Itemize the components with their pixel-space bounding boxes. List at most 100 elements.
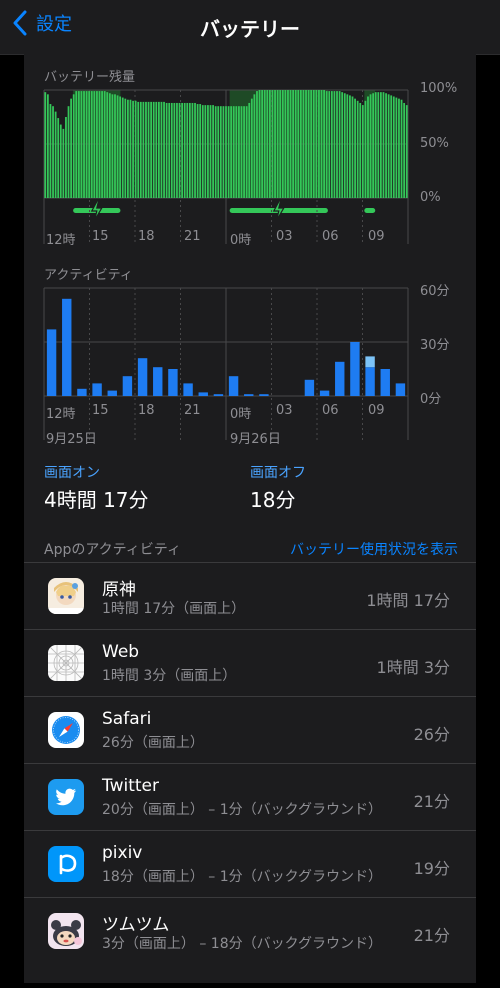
- battery-bar: [121, 97, 124, 198]
- app-row-genshin[interactable]: 原神 1時間 17分（画面上） 1時間 17分: [24, 562, 476, 629]
- battery-bar: [367, 96, 369, 198]
- app-activity-header: Appのアクティビティ: [44, 542, 181, 558]
- app-usage-detail: 1時間 17分（画面上）: [102, 601, 246, 617]
- activity-background-bar: [365, 356, 375, 368]
- activity-bar: [77, 388, 87, 396]
- battery-bar: [157, 101, 160, 198]
- battery-bar: [343, 93, 346, 198]
- battery-panel: バッテリー残量 100% 50% 0% 12時 15 18 21 0時 03 0…: [24, 54, 476, 983]
- battery-bar: [150, 101, 153, 198]
- battery-bar: [266, 90, 269, 198]
- battery-bar: [305, 90, 307, 198]
- charging-bolt-icon: [272, 199, 285, 221]
- activity-bar: [153, 367, 163, 396]
- battery-bar: [77, 91, 80, 198]
- battery-bar: [349, 95, 351, 198]
- battery-bar: [222, 106, 225, 198]
- battery-bar: [129, 99, 132, 198]
- battery-bar: [116, 95, 119, 198]
- battery-bar: [152, 101, 155, 198]
- battery-bar: [318, 90, 320, 198]
- app-usage-detail: 18分（画面上） – 1分（バックグラウンド）: [102, 869, 383, 885]
- activity-bar: [137, 358, 148, 396]
- activity-ytick: 60分: [420, 284, 450, 299]
- battery-xtick: 06: [322, 229, 339, 244]
- show-battery-usage-link[interactable]: バッテリー使用状況を表示: [290, 539, 458, 559]
- app-name: Safari: [102, 709, 152, 729]
- battery-bar: [250, 98, 253, 198]
- battery-bar: [62, 128, 65, 198]
- tsumtsum-icon: [48, 913, 84, 949]
- battery-bar: [101, 91, 103, 198]
- activity-xtick: 0時: [230, 407, 252, 422]
- battery-bar: [145, 101, 147, 198]
- battery-bar: [90, 91, 93, 198]
- battery-bar: [191, 102, 194, 198]
- battery-bar: [307, 90, 310, 198]
- activity-bar: [380, 369, 390, 396]
- battery-bar: [186, 102, 189, 198]
- battery-bar: [165, 102, 168, 198]
- battery-bar: [359, 102, 362, 198]
- battery-bar: [119, 96, 122, 198]
- battery-bar: [294, 90, 297, 198]
- battery-bar: [405, 105, 408, 198]
- battery-xtick: 15: [92, 229, 109, 244]
- battery-bar: [315, 90, 318, 198]
- battery-bar: [325, 91, 328, 198]
- app-usage-time: 1時間 17分: [366, 591, 450, 610]
- battery-bar: [108, 93, 111, 198]
- battery-bar: [147, 101, 150, 198]
- battery-bar: [132, 100, 134, 198]
- battery-bar: [372, 93, 375, 198]
- battery-bar: [204, 105, 207, 198]
- battery-bar: [75, 91, 78, 198]
- battery-bar: [199, 104, 202, 198]
- battery-bar: [274, 90, 276, 198]
- battery-bar: [395, 97, 398, 198]
- activity-bar: [228, 376, 239, 396]
- battery-bar: [320, 90, 323, 198]
- battery-bar: [374, 92, 377, 198]
- battery-bar: [276, 90, 279, 198]
- battery-bar: [155, 101, 158, 198]
- battery-bar: [44, 92, 47, 198]
- battery-level-label: バッテリー残量: [44, 70, 136, 85]
- battery-bar: [173, 102, 176, 198]
- battery-bar: [176, 102, 178, 198]
- battery-bar: [354, 98, 356, 198]
- app-name: 原神: [102, 580, 136, 600]
- battery-bar: [111, 94, 114, 198]
- battery-bar: [93, 91, 96, 198]
- activity-bar: [92, 383, 102, 396]
- app-name: pixiv: [102, 843, 143, 863]
- app-row-twitter[interactable]: Twitter 20分（画面上） – 1分（バックグラウンド） 21分: [24, 763, 476, 830]
- battery-bar: [341, 92, 344, 198]
- app-row-pixiv[interactable]: pixiv 18分（画面上） – 1分（バックグラウンド） 19分: [24, 830, 476, 897]
- battery-ytick: 50%: [420, 136, 449, 151]
- battery-bar: [292, 90, 295, 198]
- activity-bar: [244, 394, 254, 396]
- battery-bar: [310, 90, 313, 198]
- activity-xtick: 12時: [46, 407, 76, 422]
- battery-ytick: 100%: [420, 81, 458, 96]
- app-row-safari[interactable]: Safari 26分（画面上） 26分: [24, 696, 476, 763]
- battery-bar: [67, 106, 70, 198]
- activity-bar: [46, 329, 57, 396]
- activity-ytick: 30分: [420, 338, 450, 353]
- battery-xtick: 03: [276, 229, 293, 244]
- battery-bar: [268, 90, 271, 198]
- app-row-web[interactable]: Web 1時間 3分（画面上） 1時間 3分: [24, 629, 476, 696]
- battery-bar: [83, 91, 85, 198]
- battery-xtick: 12時: [46, 233, 76, 248]
- battery-bar: [279, 90, 282, 198]
- battery-bar: [209, 105, 212, 198]
- app-name: Web: [102, 642, 140, 662]
- app-name: ツムツム: [102, 915, 170, 935]
- battery-bar: [377, 92, 380, 198]
- battery-bar: [248, 102, 251, 198]
- battery-bar: [137, 101, 140, 198]
- battery-bar: [328, 91, 331, 198]
- battery-bar: [106, 92, 109, 198]
- app-row-tsumtsum[interactable]: ツムツム 3分（画面上） – 18分（バックグラウンド） 21分: [24, 897, 476, 988]
